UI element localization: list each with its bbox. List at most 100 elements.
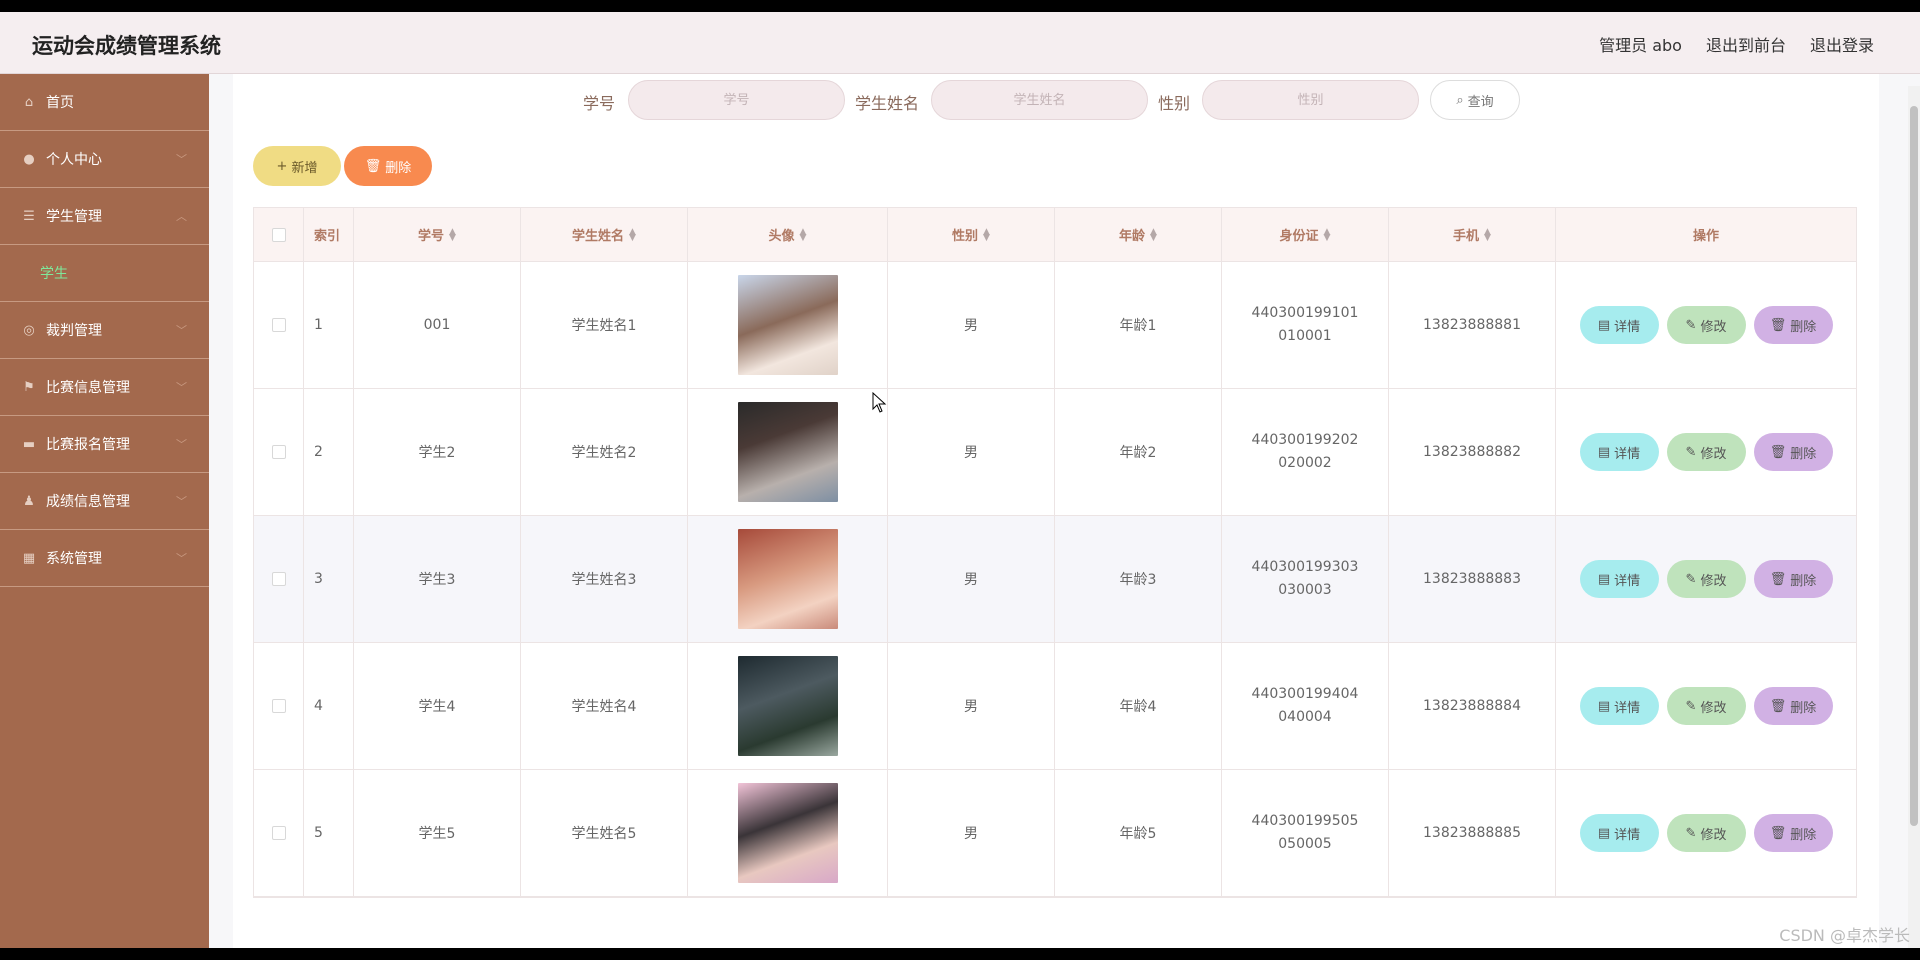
col-label: 学号 <box>418 229 445 244</box>
flag-icon: ⚑ <box>23 379 35 395</box>
cell-student-name: 学生姓名1 <box>521 262 688 388</box>
detail-button[interactable]: ▤ 详情 <box>1579 687 1659 725</box>
sidebar-item-system[interactable]: ▦ 系统管理 ﹀ <box>0 530 209 587</box>
pencil-icon: ✎ <box>1685 317 1697 333</box>
avatar <box>737 275 838 375</box>
sidebar-item-home[interactable]: ⌂ 首页 <box>0 74 209 131</box>
sidebar-item-competitions[interactable]: ⚑ 比赛信息管理 ﹀ <box>0 359 209 416</box>
sidebar-subitem-student[interactable]: 学生 <box>0 245 209 302</box>
col-age[interactable]: 年龄 ▲ ▼ <box>1055 208 1222 261</box>
cell-operations: ▤ 详情 ✎ 修改 🗑 删除 <box>1556 643 1856 769</box>
edit-button[interactable]: ✎ 修改 <box>1666 560 1746 598</box>
cell-operations: ▤ 详情 ✎ 修改 🗑 删除 <box>1556 262 1856 388</box>
cell-avatar <box>688 516 888 642</box>
student-table: 索引 学号 ▲ ▼ 学生姓名 ▲ ▼ 头像 ▲ ▼ 性别 ▲ ▼ 年龄 ▲ ▼ 身份证 ▲ ▼ 手机 ▲ ▼… <box>253 207 1857 898</box>
student-name-input[interactable] <box>931 80 1148 120</box>
sidebar-item-label: 比赛报名管理 <box>46 437 130 453</box>
col-id-card[interactable]: 身份证 ▲ ▼ <box>1222 208 1389 261</box>
detail-button[interactable]: ▤ 详情 <box>1579 433 1659 471</box>
cell-phone: 13823888885 <box>1389 770 1556 896</box>
edit-button[interactable]: ✎ 修改 <box>1666 306 1746 344</box>
sidebar-item-referees[interactable]: ◎ 裁判管理 ﹀ <box>0 302 209 359</box>
sidebar-item-registrations[interactable]: ▬ 比赛报名管理 ﹀ <box>0 416 209 473</box>
col-label: 年龄 <box>1119 229 1146 244</box>
delete-button[interactable]: 🗑 删除 <box>1753 687 1833 725</box>
person-icon: ♟ <box>23 493 35 509</box>
col-gender[interactable]: 性别 ▲ ▼ <box>888 208 1055 261</box>
cell-student-no: 学生2 <box>354 389 521 515</box>
detail-button[interactable]: ▤ 详情 <box>1579 306 1659 344</box>
delete-button[interactable]: 🗑 删除 <box>1753 306 1833 344</box>
query-button[interactable]: ⌕ 查询 <box>1430 80 1520 120</box>
detail-button[interactable]: ▤ 详情 <box>1579 814 1659 852</box>
col-label: 头像 <box>768 229 795 244</box>
avatar <box>737 529 838 629</box>
exit-to-front-link[interactable]: 退出到前台 <box>1706 32 1786 56</box>
row-checkbox[interactable] <box>271 699 286 713</box>
student-no-label: 学号 <box>583 94 616 113</box>
chevron-down-icon: ﹀ <box>176 153 187 166</box>
col-avatar[interactable]: 头像 ▲ ▼ <box>688 208 888 261</box>
scrollbar-thumb[interactable] <box>1910 106 1918 826</box>
monitor-icon: ▬ <box>22 436 36 452</box>
cell-student-no: 学生5 <box>354 770 521 896</box>
cell-id-card: 440300199202020002 <box>1222 389 1389 515</box>
document-icon: ▤ <box>1597 698 1611 714</box>
row-checkbox[interactable] <box>271 572 286 586</box>
table-row[interactable]: 2 学生2 学生姓名2 男 年龄2 440300199202020002 138… <box>254 389 1856 516</box>
student-no-input[interactable] <box>628 80 845 120</box>
search-bar: 学号 学生姓名 性别 ⌕ 查询 <box>233 80 1879 122</box>
detail-button[interactable]: ▤ 详情 <box>1579 560 1659 598</box>
cell-id-card: 440300199101010001 <box>1222 262 1389 388</box>
select-all-checkbox[interactable] <box>271 227 286 242</box>
sidebar-item-profile[interactable]: ● 个人中心 ﹀ <box>0 131 209 188</box>
sidebar-item-label: 裁判管理 <box>46 323 102 339</box>
col-student-no[interactable]: 学号 ▲ ▼ <box>354 208 521 261</box>
table-row[interactable]: 4 学生4 学生姓名4 男 年龄4 440300199404040004 138… <box>254 643 1856 770</box>
delete-button[interactable]: 🗑 删除 <box>1753 433 1833 471</box>
col-index: 索引 <box>304 208 354 261</box>
table-row[interactable]: 5 学生5 学生姓名5 男 年龄5 440300199505050005 138… <box>254 770 1856 897</box>
cell-student-no: 学生3 <box>354 516 521 642</box>
gender-input[interactable] <box>1202 80 1419 120</box>
chevron-down-icon: ﹀ <box>176 552 187 565</box>
logout-link[interactable]: 退出登录 <box>1810 32 1874 56</box>
table-row[interactable]: 1 001 学生姓名1 男 年龄1 440300199101010001 138… <box>254 262 1856 389</box>
table-row[interactable]: 3 学生3 学生姓名3 男 年龄3 440300199303030003 138… <box>254 516 1856 643</box>
batch-delete-button[interactable]: 🗑 删除 <box>344 146 432 186</box>
cell-student-no: 学生4 <box>354 643 521 769</box>
cell-operations: ▤ 详情 ✎ 修改 🗑 删除 <box>1556 516 1856 642</box>
col-phone[interactable]: 手机 ▲ ▼ <box>1389 208 1556 261</box>
edit-button[interactable]: ✎ 修改 <box>1666 814 1746 852</box>
delete-label: 删除 <box>1790 573 1817 589</box>
edit-label: 修改 <box>1700 446 1727 462</box>
delete-label: 删除 <box>1790 700 1817 716</box>
row-actions: ▤ 详情 ✎ 修改 🗑 删除 <box>1579 560 1833 598</box>
row-actions: ▤ 详情 ✎ 修改 🗑 删除 <box>1579 306 1833 344</box>
sidebar-item-scores[interactable]: ♟ 成绩信息管理 ﹀ <box>0 473 209 530</box>
row-select-cell <box>254 389 304 515</box>
vertical-scrollbar[interactable] <box>1908 86 1920 948</box>
document-icon: ▤ <box>1597 571 1611 587</box>
edit-button[interactable]: ✎ 修改 <box>1666 687 1746 725</box>
delete-button[interactable]: 🗑 删除 <box>1753 814 1833 852</box>
col-student-name[interactable]: 学生姓名 ▲ ▼ <box>521 208 688 261</box>
cell-gender: 男 <box>888 770 1055 896</box>
edit-label: 修改 <box>1700 827 1727 843</box>
row-select-cell <box>254 770 304 896</box>
document-icon: ▤ <box>1597 444 1611 460</box>
sidebar-item-students[interactable]: ☰ 学生管理 ︿ <box>0 188 209 245</box>
delete-button[interactable]: 🗑 删除 <box>1753 560 1833 598</box>
detail-label: 详情 <box>1614 827 1641 843</box>
add-button[interactable]: + 新增 <box>253 146 341 186</box>
gender-label: 性别 <box>1158 94 1191 113</box>
row-checkbox[interactable] <box>271 826 286 840</box>
cell-student-name: 学生姓名2 <box>521 389 688 515</box>
chevron-down-icon: ﹀ <box>176 438 187 451</box>
row-actions: ▤ 详情 ✎ 修改 🗑 删除 <box>1579 433 1833 471</box>
batch-delete-label: 删除 <box>385 160 412 176</box>
avatar <box>737 656 838 756</box>
row-checkbox[interactable] <box>271 445 286 459</box>
edit-button[interactable]: ✎ 修改 <box>1666 433 1746 471</box>
row-checkbox[interactable] <box>271 318 286 332</box>
